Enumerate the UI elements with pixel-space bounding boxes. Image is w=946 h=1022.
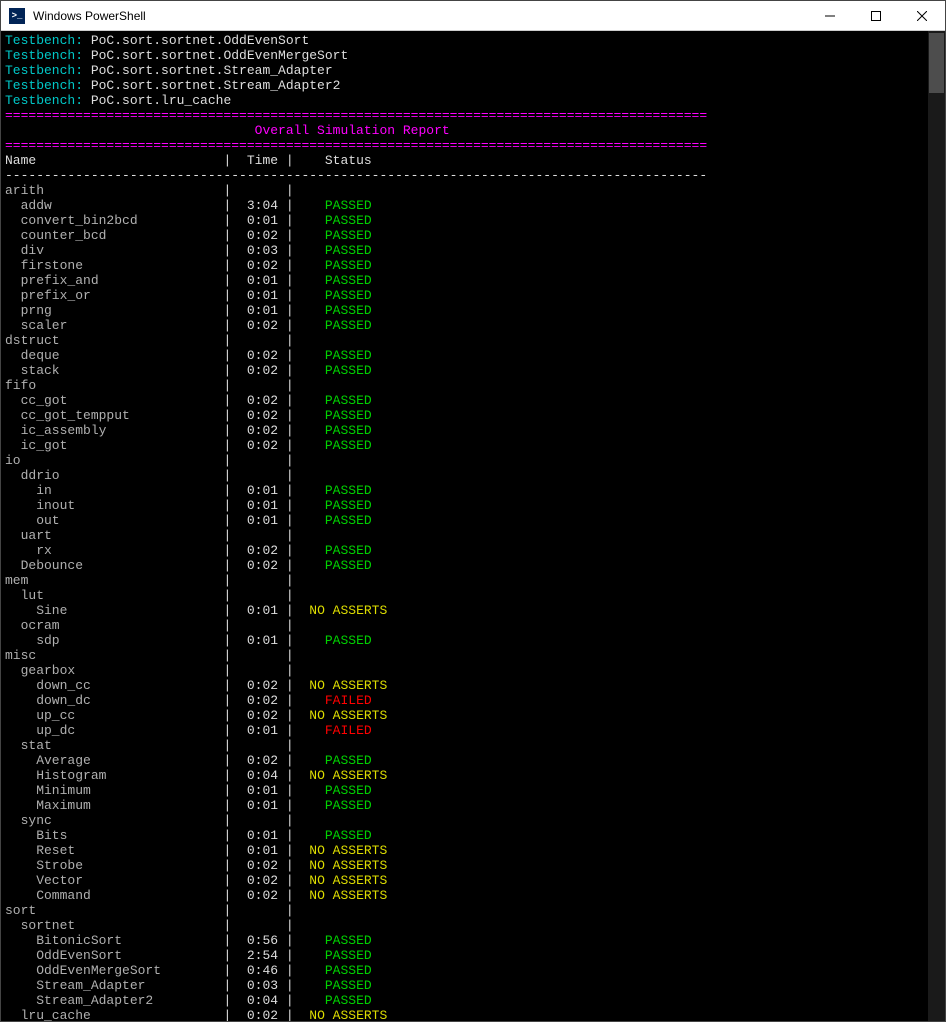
- close-button[interactable]: [899, 1, 945, 30]
- console-body: Testbench: PoC.sort.sortnet.OddEvenSortT…: [1, 31, 945, 1021]
- scrollbar-thumb[interactable]: [929, 33, 944, 93]
- powershell-window: >_ Windows PowerShell Testbench: PoC.sor…: [0, 0, 946, 1022]
- minimize-button[interactable]: [807, 1, 853, 30]
- titlebar[interactable]: >_ Windows PowerShell: [1, 1, 945, 31]
- vertical-scrollbar[interactable]: [928, 31, 945, 1021]
- maximize-icon: [871, 11, 881, 21]
- powershell-icon: >_: [9, 8, 25, 24]
- maximize-button[interactable]: [853, 1, 899, 30]
- window-controls: [807, 1, 945, 30]
- close-icon: [917, 11, 927, 21]
- minimize-icon: [825, 11, 835, 21]
- window-title: Windows PowerShell: [33, 9, 807, 23]
- scrollbar-track: [928, 31, 945, 1021]
- console-output[interactable]: Testbench: PoC.sort.sortnet.OddEvenSortT…: [1, 31, 928, 1021]
